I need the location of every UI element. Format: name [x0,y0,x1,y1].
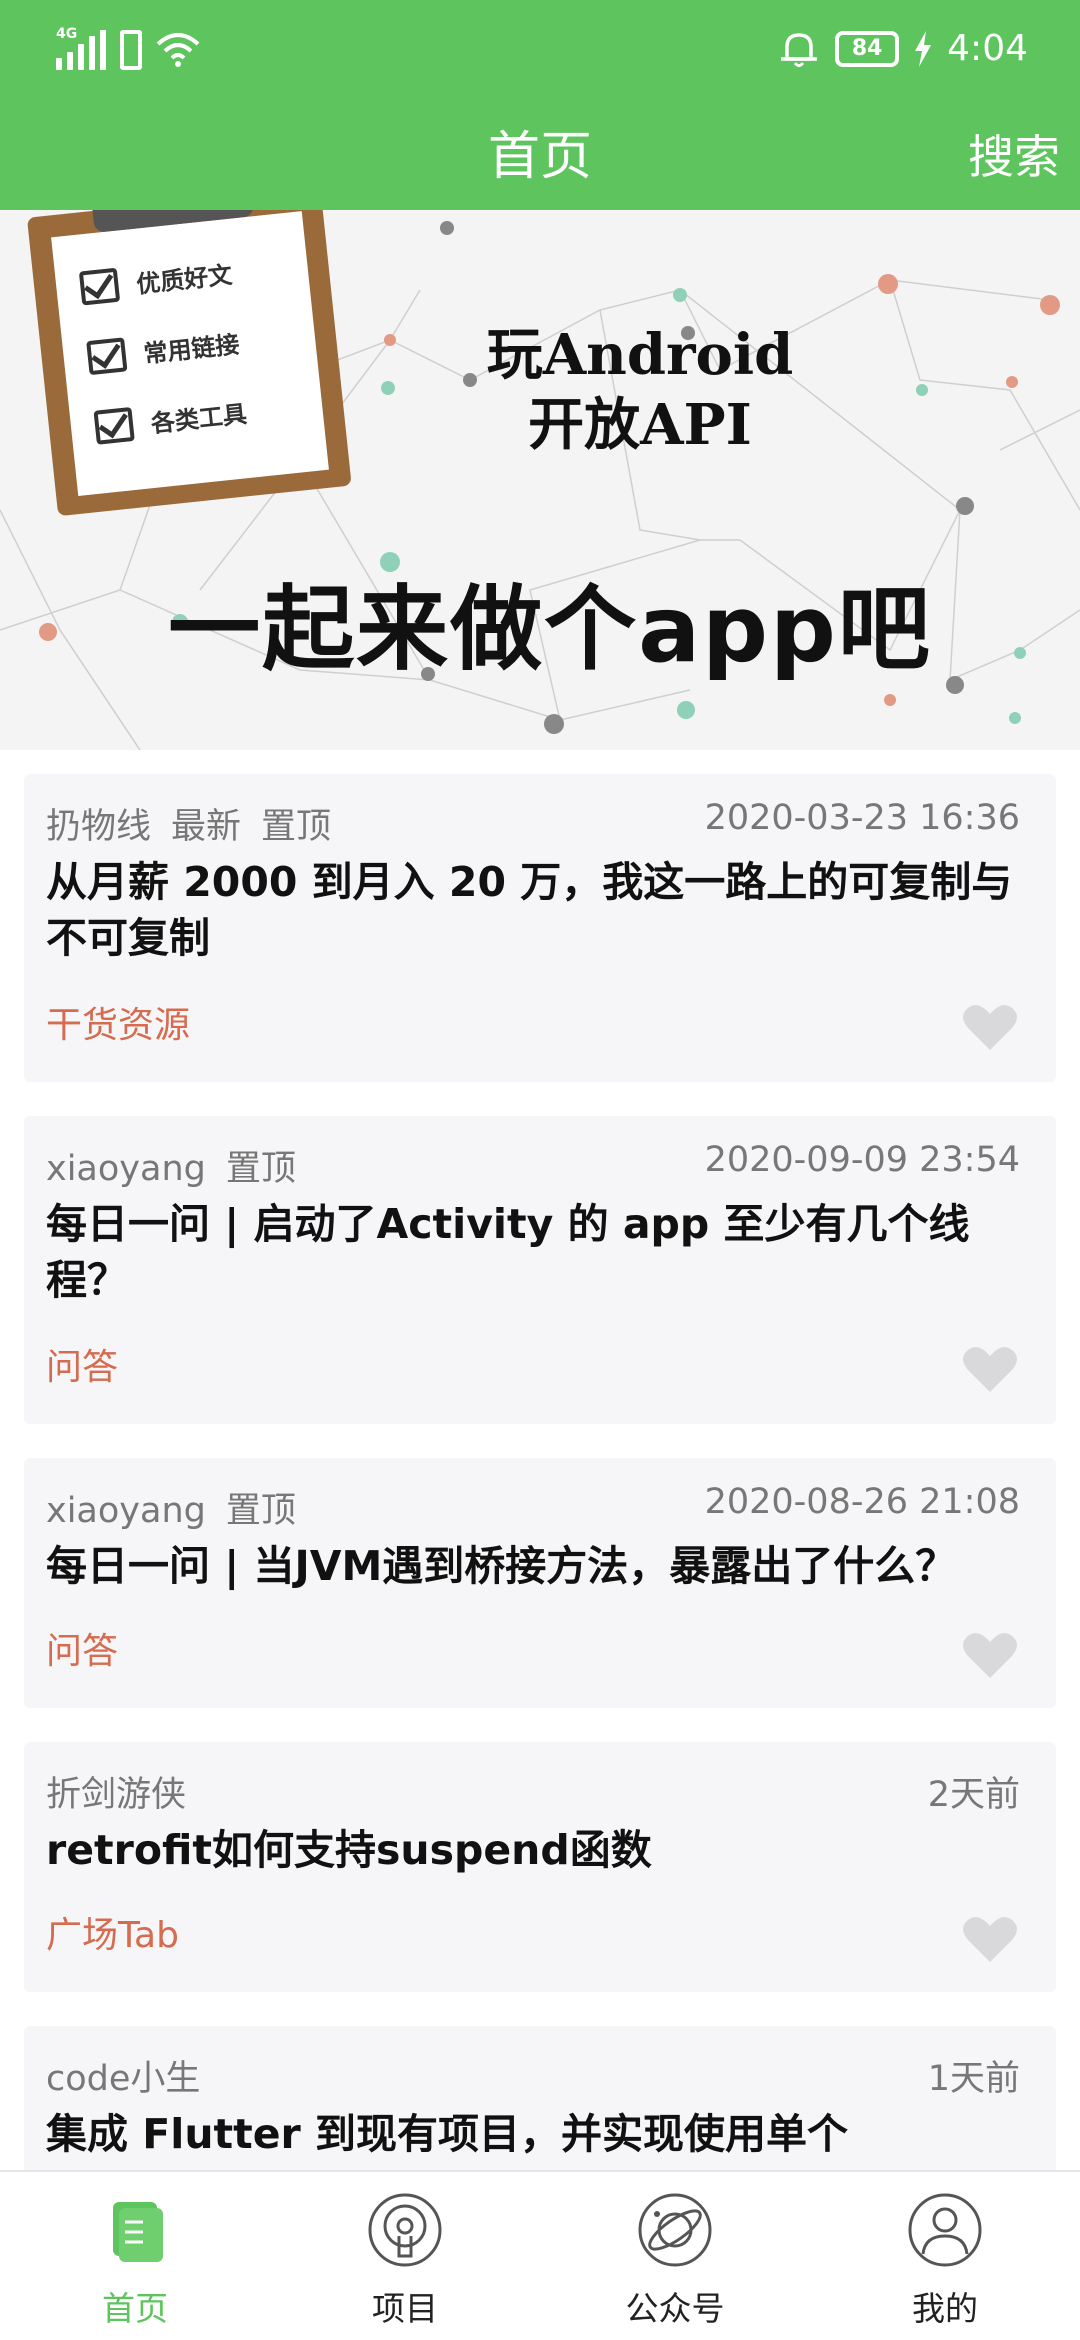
heart-icon[interactable] [962,1630,1018,1680]
home-icon [113,2202,163,2262]
sim-card-icon [120,30,142,70]
checkbox-icon [93,406,135,445]
bottom-navigation: 首页 项目 公众号 我的 [0,2170,1080,2340]
article-title: 每日一问 | 启动了Activity 的 app 至少有几个线程？ [46,1200,970,1304]
heart-icon[interactable] [962,1002,1018,1052]
project-icon [368,2193,442,2267]
article-author: xiaoyang [46,1491,206,1531]
network-type: 4G [56,26,78,42]
article-card[interactable]: xiaoyang 置顶 2020-08-26 21:08 每日一问 | 当JVM遇… [24,1458,1056,1708]
status-bar: 4G 84 4:04 [0,0,1080,105]
bell-icon [781,32,818,67]
nav-item-wechat[interactable]: 公众号 [540,2172,810,2340]
article-card[interactable]: 折剑游侠 2天前 retrofit如何支持suspend函数 广场Tab [24,1742,1056,1992]
article-card[interactable]: code小生 1天前 集成 Flutter 到现有项目，并实现使用单个 [24,2026,1056,2170]
heart-icon[interactable] [962,1344,1018,1394]
article-time: 2020-09-09 23:54 [704,1140,1020,1180]
nav-label-project: 项目 [372,2289,438,2328]
user-icon [908,2193,982,2267]
checkbox-icon [86,336,128,375]
nav-label-wechat: 公众号 [625,2289,725,2328]
checkbox-icon [78,267,121,306]
article-meta: 折剑游侠 [46,1766,186,1817]
nav-item-mine[interactable]: 我的 [810,2172,1080,2340]
charging-icon [915,30,932,67]
article-title: 集成 Flutter 到现有项目，并实现使用单个 [46,2110,849,2158]
banner-carousel[interactable]: 优质好文 常用链接 各类工具 玩Android 开放API 一起来做个app吧 [0,210,1080,750]
article-title: retrofit如何支持suspend函数 [46,1826,652,1874]
title-bar: 首页 搜索 [0,105,1080,210]
article-time: 1天前 [927,2059,1020,2099]
article-time: 2天前 [927,1775,1020,1815]
article-tag: 最新 [171,807,242,847]
battery-level: 84 [851,36,883,61]
banner-title-line2: 开放API [528,392,752,458]
article-meta: xiaoyang 置顶 [46,1482,296,1533]
battery-icon: 84 [835,30,900,67]
article-author: code小生 [46,2059,201,2099]
article-chapter[interactable]: 问答 [46,1622,118,1674]
app-header: 4G 84 4:04 首页 搜索 [0,0,1080,210]
article-tag: 置顶 [225,1491,296,1531]
banner-slogan: 一起来做个app吧 [168,576,932,683]
cellular-signal-icon: 4G [56,26,106,70]
article-title: 从月薪 2000 到月入 20 万，我这一路上的可复制与不可复制 [46,858,1013,962]
article-meta: code小生 [46,2050,200,2101]
article-chapter[interactable]: 干货资源 [46,996,190,1048]
nav-item-project[interactable]: 项目 [270,2172,540,2340]
article-card[interactable]: 扔物线 最新 置顶 2020-03-23 16:36 从月薪 2000 到月入 20… [24,774,1056,1082]
search-button[interactable]: 搜索 [968,105,1060,210]
wifi-icon [156,33,200,67]
planet-icon [638,2193,712,2267]
article-tag: 置顶 [225,1149,296,1189]
article-list[interactable]: 扔物线 最新 置顶 2020-03-23 16:36 从月薪 2000 到月入 20… [0,750,1080,2170]
article-author: 折剑游侠 [46,1775,187,1815]
status-time: 4:04 [947,28,1028,69]
article-time: 2020-03-23 16:36 [704,798,1020,838]
banner-title: 玩Android 开放API [460,320,820,460]
article-chapter[interactable]: 广场Tab [46,1906,179,1958]
nav-label-home: 首页 [102,2289,168,2328]
nav-item-home[interactable]: 首页 [0,2172,270,2340]
heart-icon[interactable] [962,1914,1018,1964]
banner-title-line1: 玩Android [486,322,794,388]
article-meta: xiaoyang 置顶 [46,1140,296,1191]
article-time: 2020-08-26 21:08 [704,1482,1020,1522]
article-author: xiaoyang [46,1149,206,1189]
article-meta: 扔物线 最新 置顶 [46,798,331,849]
page-title: 首页 [487,127,592,187]
article-card[interactable]: xiaoyang 置顶 2020-09-09 23:54 每日一问 | 启动了Ac… [24,1116,1056,1424]
article-title: 每日一问 | 当JVM遇到桥接方法，暴露出了什么？ [46,1542,957,1590]
nav-label-mine: 我的 [912,2289,978,2328]
article-tag: 置顶 [261,807,332,847]
article-author: 扔物线 [46,807,152,847]
article-chapter[interactable]: 问答 [46,1338,118,1390]
